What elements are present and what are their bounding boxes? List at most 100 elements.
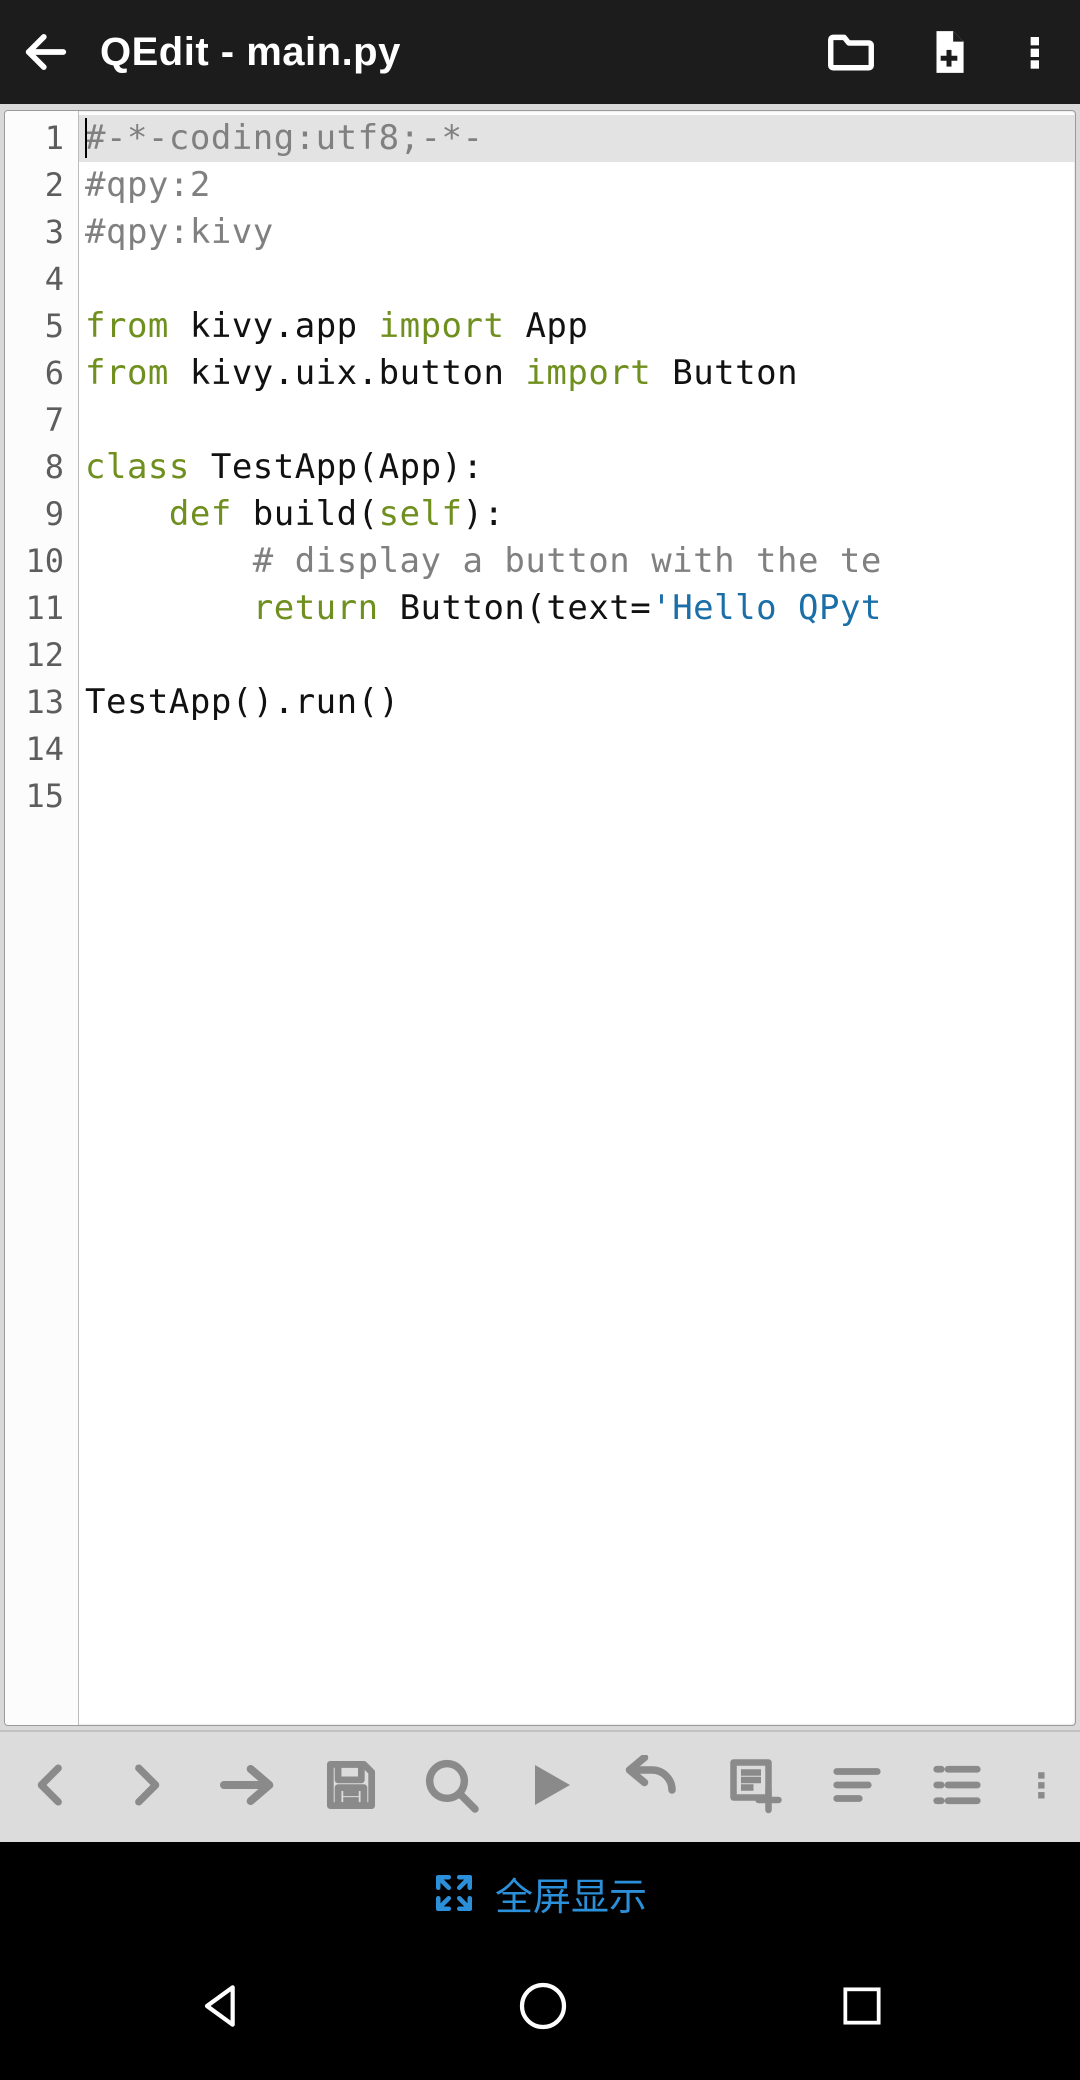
- line-number: 6: [5, 350, 78, 397]
- nav-back-icon[interactable]: [193, 1978, 249, 2034]
- code-token: Button: [400, 588, 526, 628]
- code-token: self: [379, 494, 463, 534]
- more-vertical-icon[interactable]: [1024, 1757, 1058, 1817]
- code-token: ().run(): [232, 682, 400, 722]
- nav-home-icon[interactable]: [515, 1978, 571, 2034]
- code-token: App: [525, 306, 588, 346]
- code-token: kivy.app: [190, 306, 358, 346]
- overflow-icon[interactable]: [1014, 26, 1054, 78]
- folder-icon[interactable]: [824, 25, 878, 79]
- code-editor[interactable]: 123456789101112131415 #-*-coding:utf8;-*…: [4, 110, 1076, 1726]
- line-number: 9: [5, 491, 78, 538]
- play-icon[interactable]: [520, 1753, 580, 1821]
- code-body[interactable]: #-*-coding:utf8;-*- #qpy:2 #qpy:kivy from k…: [79, 111, 1075, 1725]
- code-token: [85, 588, 253, 628]
- code-token: (text=: [525, 588, 651, 628]
- code-token: import: [379, 306, 505, 346]
- code-line[interactable]: return Button(text='Hello QPyt: [79, 585, 1075, 632]
- line-number: 2: [5, 162, 78, 209]
- code-token: #qpy:2: [85, 165, 211, 205]
- line-number: 7: [5, 397, 78, 444]
- line-number: 4: [5, 256, 78, 303]
- code-line[interactable]: #-*-coding:utf8;-*-: [79, 115, 1075, 162]
- system-navbar: [0, 1944, 1080, 2080]
- code-line[interactable]: def build(self):: [79, 491, 1075, 538]
- code-line[interactable]: [79, 726, 1075, 773]
- fullscreen-hint[interactable]: 全屏显示: [0, 1842, 1080, 1944]
- expand-icon: [433, 1872, 475, 1914]
- code-token: [232, 494, 253, 534]
- code-token: ):: [442, 447, 484, 487]
- nav-recent-icon[interactable]: [837, 1981, 887, 2031]
- line-number: 15: [5, 773, 78, 820]
- code-line[interactable]: [79, 397, 1075, 444]
- line-number: 5: [5, 303, 78, 350]
- code-token: App: [379, 447, 442, 487]
- toolbar: [0, 1730, 1080, 1842]
- code-token: Button: [672, 353, 798, 393]
- code-token: TestApp: [85, 682, 232, 722]
- code-token: [379, 588, 400, 628]
- code-token: [504, 353, 525, 393]
- arrow-right-icon[interactable]: [212, 1753, 284, 1821]
- code-line[interactable]: [79, 632, 1075, 679]
- code-line[interactable]: from kivy.app import App: [79, 303, 1075, 350]
- code-token: from: [85, 306, 169, 346]
- code-token: [190, 447, 211, 487]
- format-icon[interactable]: [824, 1758, 890, 1816]
- code-token: (: [358, 447, 379, 487]
- new-file-icon[interactable]: [924, 25, 974, 79]
- code-token: ):: [463, 494, 505, 534]
- code-token: class: [85, 447, 190, 487]
- code-line[interactable]: from kivy.uix.button import Button: [79, 350, 1075, 397]
- line-number: 1: [5, 115, 78, 162]
- line-number: 10: [5, 538, 78, 585]
- text-cursor: [85, 118, 87, 158]
- code-token: TestApp: [211, 447, 358, 487]
- list-icon[interactable]: [927, 1758, 987, 1816]
- code-token: [169, 306, 190, 346]
- code-line[interactable]: # display a button with the te: [79, 538, 1075, 585]
- code-token: [169, 353, 190, 393]
- line-gutter: 123456789101112131415: [5, 111, 79, 1725]
- code-token: (: [358, 494, 379, 534]
- search-icon[interactable]: [419, 1753, 483, 1821]
- code-token: def: [169, 494, 232, 534]
- save-icon[interactable]: [320, 1754, 382, 1820]
- line-number: 13: [5, 679, 78, 726]
- code-token: # display a button with the te: [253, 541, 882, 581]
- code-token: kivy.uix.button: [190, 353, 505, 393]
- app-bar: QEdit - main.py: [0, 0, 1080, 104]
- code-token: [504, 306, 525, 346]
- line-number: 11: [5, 585, 78, 632]
- line-number: 12: [5, 632, 78, 679]
- code-token: return: [253, 588, 379, 628]
- code-token: [358, 306, 379, 346]
- code-token: #qpy:kivy: [85, 212, 274, 252]
- code-token: from: [85, 353, 169, 393]
- code-token: 'Hello QPyt: [651, 588, 882, 628]
- code-line[interactable]: #qpy:kivy: [79, 209, 1075, 256]
- chevron-left-icon[interactable]: [22, 1753, 80, 1821]
- code-token: import: [525, 353, 651, 393]
- code-line[interactable]: [79, 773, 1075, 820]
- code-line[interactable]: class TestApp(App):: [79, 444, 1075, 491]
- code-line[interactable]: TestApp().run(): [79, 679, 1075, 726]
- code-line[interactable]: [79, 256, 1075, 303]
- code-token: [85, 541, 253, 581]
- snippet-icon[interactable]: [724, 1755, 788, 1819]
- fullscreen-label: 全屏显示: [495, 1866, 647, 1921]
- code-token: [85, 494, 169, 534]
- back-icon[interactable]: [20, 26, 72, 78]
- code-token: [651, 353, 672, 393]
- line-number: 8: [5, 444, 78, 491]
- editor-area: 123456789101112131415 #-*-coding:utf8;-*…: [0, 104, 1080, 1730]
- line-number: 3: [5, 209, 78, 256]
- undo-icon[interactable]: [617, 1755, 687, 1819]
- code-token: #-*-coding:utf8;-*-: [85, 118, 483, 158]
- app-title: QEdit - main.py: [100, 30, 778, 75]
- line-number: 14: [5, 726, 78, 773]
- code-line[interactable]: #qpy:2: [79, 162, 1075, 209]
- code-token: build: [253, 494, 358, 534]
- chevron-right-icon[interactable]: [117, 1753, 175, 1821]
